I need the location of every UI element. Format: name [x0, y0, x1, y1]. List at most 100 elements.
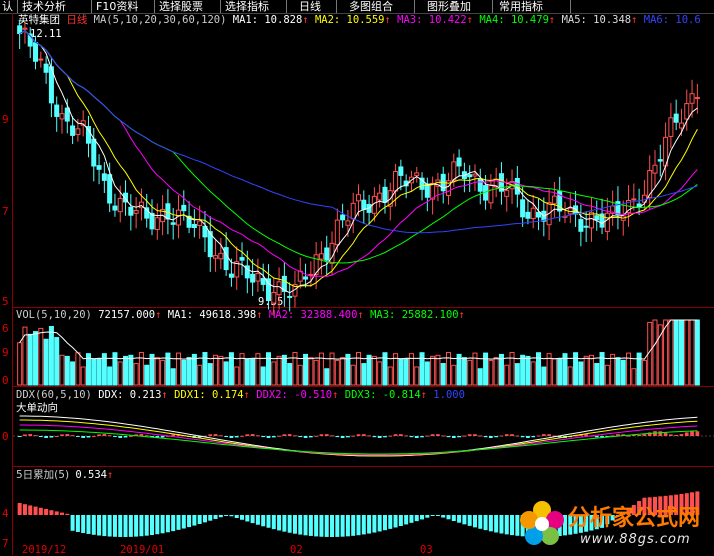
ddx-bar	[271, 436, 276, 438]
ddx-bar	[414, 436, 419, 438]
ddx-line	[19, 429, 698, 455]
volume-bar	[181, 359, 187, 386]
sum5-bar	[102, 515, 107, 537]
volume-bar	[414, 366, 420, 386]
sum5-bar	[165, 515, 170, 533]
sum5-bar	[314, 515, 319, 537]
candle-body	[260, 278, 266, 285]
sum5-bar	[340, 515, 345, 537]
volume-bar	[355, 352, 362, 386]
volume-bar	[107, 366, 113, 386]
sum5-bar	[372, 515, 377, 533]
candle-body	[255, 273, 261, 282]
volume-bar	[509, 352, 515, 386]
ddx-bar	[17, 436, 22, 437]
sum5-bar	[208, 515, 213, 521]
volume-bar	[371, 355, 377, 386]
sum5-bar	[303, 515, 308, 536]
sum5-bar	[430, 515, 435, 516]
sum5-bar	[271, 515, 276, 530]
candle-body	[340, 214, 346, 221]
ddx-bar	[256, 435, 260, 437]
volume-bar	[520, 354, 526, 386]
sum5-bar	[59, 512, 65, 515]
volume-bar	[424, 361, 430, 386]
candle-body	[85, 126, 91, 144]
candle-body	[488, 184, 494, 204]
ddx-bar	[218, 435, 223, 437]
candle-body	[112, 205, 118, 211]
ddx-bar	[261, 436, 266, 438]
candle-body	[456, 157, 462, 167]
ma-line	[19, 30, 698, 294]
ddx-bar	[44, 436, 48, 438]
volume-bar	[218, 355, 224, 386]
volume-bar	[59, 354, 65, 386]
candle-body	[382, 186, 388, 203]
ddx-bar	[393, 434, 398, 436]
ddx-bar	[303, 436, 308, 438]
candle-body	[678, 122, 684, 129]
sum5-bar	[38, 507, 43, 515]
candle-body	[588, 211, 594, 229]
ddx-bar	[420, 436, 424, 438]
ddx-bar	[250, 434, 255, 436]
candle-body	[276, 281, 282, 296]
volume-bar	[43, 338, 49, 386]
volume-bar	[149, 353, 155, 386]
volume-bar	[430, 355, 436, 386]
volume-bar	[604, 364, 610, 386]
volume-bar	[610, 353, 616, 386]
ddx-bar	[319, 434, 324, 436]
sum5-bar	[451, 515, 456, 522]
volume-bar	[160, 359, 166, 386]
candle-body	[573, 205, 579, 215]
ddx-bar	[28, 434, 33, 436]
ddx-bar	[282, 434, 287, 436]
candle-body	[318, 253, 324, 260]
volume-bar	[75, 352, 81, 386]
ddx-bar	[54, 435, 59, 437]
candle-body	[578, 219, 584, 232]
volume-bar	[467, 359, 473, 386]
sum5-bar	[287, 515, 292, 533]
sum5-bar	[499, 515, 504, 534]
volume-bar	[133, 363, 139, 386]
volume-bar	[329, 352, 335, 386]
volume-bar	[377, 361, 383, 386]
watermark-title: 分析家公式网	[568, 506, 701, 531]
sum5-bar	[192, 515, 197, 526]
volume-bar	[313, 359, 319, 386]
sum5-bar	[54, 511, 59, 515]
sum5-bar	[171, 515, 176, 532]
sum5-bar	[128, 515, 133, 537]
ddx-bar	[76, 436, 80, 437]
ddx-bar	[404, 435, 409, 437]
ddx-bar	[33, 435, 38, 437]
ddx-bar	[240, 435, 244, 437]
sum5-bar	[107, 515, 112, 537]
ddx-bar	[65, 434, 70, 436]
ddx-bar	[287, 434, 292, 436]
volume-bar	[340, 357, 346, 386]
candle-body	[117, 197, 123, 213]
volume-bar	[668, 319, 674, 386]
ddx-bar	[171, 434, 176, 436]
volume-bar	[573, 352, 579, 386]
sum5-bar	[308, 515, 313, 536]
sum5-bar	[467, 515, 472, 526]
volume-bar	[33, 331, 39, 386]
volume-bar	[620, 359, 626, 386]
candle-body	[228, 273, 234, 278]
volume-bar	[244, 358, 250, 386]
candle-body	[604, 212, 610, 232]
ddx-bar	[457, 436, 461, 438]
volume-bar	[631, 368, 637, 386]
candle-body	[22, 27, 28, 30]
sum5-bar	[44, 509, 49, 515]
candle-body	[70, 125, 76, 136]
ddx-bar	[70, 435, 75, 437]
volume-bar	[477, 368, 483, 386]
candle-body	[652, 164, 658, 174]
ddx-bar	[128, 435, 133, 437]
